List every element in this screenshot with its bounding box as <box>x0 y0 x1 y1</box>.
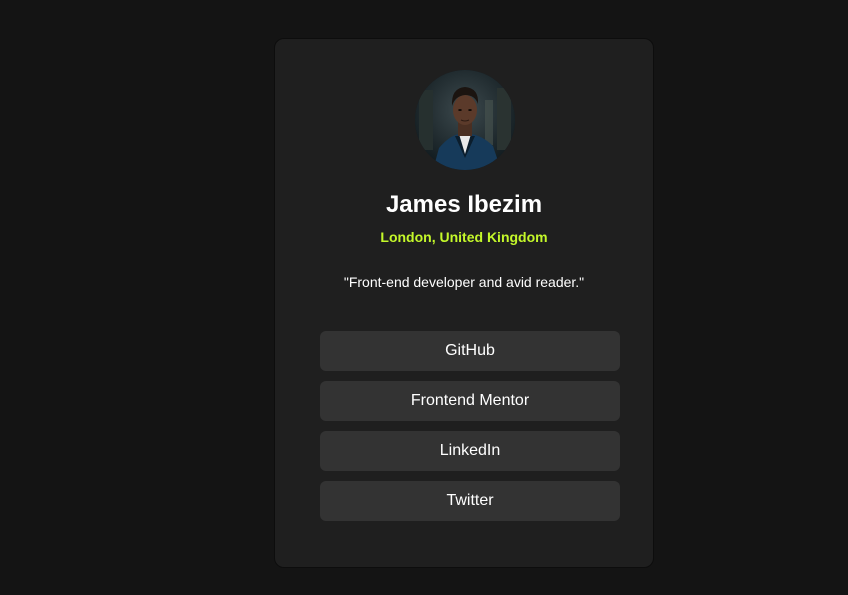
profile-location: London, United Kingdom <box>380 229 548 245</box>
avatar <box>415 70 515 170</box>
profile-bio: "Front-end developer and avid reader." <box>343 274 585 290</box>
frontend-mentor-link-button[interactable]: Frontend Mentor <box>320 381 620 421</box>
profile-name: James Ibezim <box>385 191 543 218</box>
profile-card: James Ibezim London, United Kingdom "Fro… <box>274 38 654 568</box>
linkedin-link-button[interactable]: LinkedIn <box>320 431 620 471</box>
social-links: GitHub Frontend Mentor LinkedIn Twitter <box>320 331 620 531</box>
avatar-photo <box>415 70 515 170</box>
github-link-button[interactable]: GitHub <box>320 331 620 371</box>
twitter-link-button[interactable]: Twitter <box>320 481 620 521</box>
